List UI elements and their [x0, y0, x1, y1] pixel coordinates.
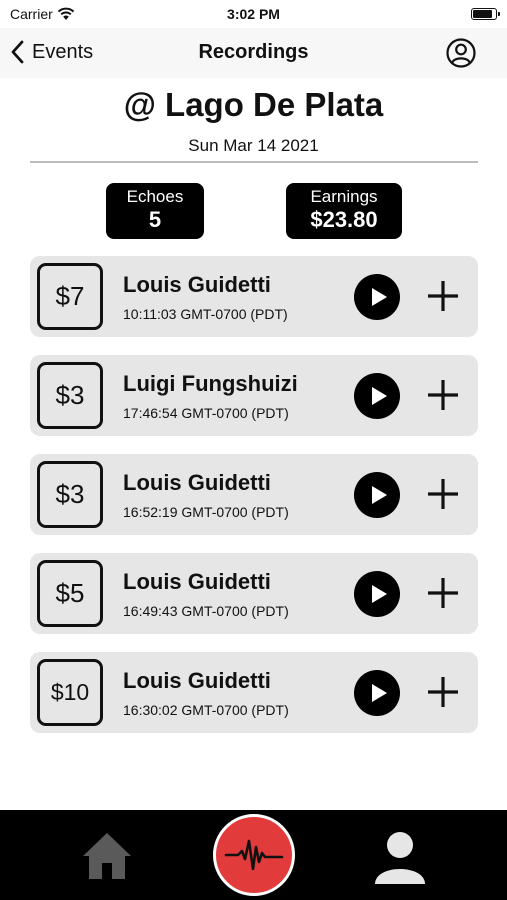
- record-button[interactable]: [213, 814, 295, 896]
- earnings-value: $23.80: [310, 207, 378, 232]
- play-icon: [372, 387, 387, 405]
- recording-card[interactable]: $3 Louis Guidetti 16:52:19 GMT-0700 (PDT…: [30, 454, 478, 535]
- play-button[interactable]: [354, 274, 400, 320]
- status-bar: Carrier 3:02 PM: [0, 0, 507, 28]
- tip-amount: $7: [37, 263, 103, 330]
- tip-amount: $5: [37, 560, 103, 627]
- recording-card[interactable]: $3 Luigi Fungshuizi 17:46:54 GMT-0700 (P…: [30, 355, 478, 436]
- event-date: Sun Mar 14 2021: [188, 136, 319, 155]
- echoes-value: 5: [148, 207, 162, 232]
- tip-amount: $3: [37, 362, 103, 429]
- chevron-left-icon: [11, 40, 24, 64]
- recording-time: 10:11:03 GMT-0700 (PDT): [123, 306, 288, 322]
- play-button[interactable]: [354, 571, 400, 617]
- plus-icon[interactable]: [425, 674, 461, 710]
- echoes-label: Echoes: [126, 187, 184, 206]
- battery-icon: [471, 8, 500, 20]
- play-icon: [372, 684, 387, 702]
- recording-card[interactable]: $5 Louis Guidetti 16:49:43 GMT-0700 (PDT…: [30, 553, 478, 634]
- play-icon: [372, 288, 387, 306]
- venue-title: @ Lago De Plata: [123, 86, 384, 123]
- recording-time: 16:30:02 GMT-0700 (PDT): [123, 702, 289, 718]
- earnings-stat: Earnings $23.80: [286, 183, 402, 239]
- waveform-icon: [224, 839, 284, 871]
- nav-bar: Events Recordings: [0, 28, 507, 78]
- back-button[interactable]: Events: [10, 40, 93, 64]
- plus-icon[interactable]: [425, 278, 461, 314]
- tip-amount: $3: [37, 461, 103, 528]
- play-icon: [372, 486, 387, 504]
- recording-name: Louis Guidetti: [123, 668, 271, 693]
- tab-bar: [0, 810, 507, 900]
- recording-card[interactable]: $7 Louis Guidetti 10:11:03 GMT-0700 (PDT…: [30, 256, 478, 337]
- plus-icon[interactable]: [425, 476, 461, 512]
- play-button[interactable]: [354, 472, 400, 518]
- status-time: 3:02 PM: [227, 6, 280, 22]
- recording-name: Louis Guidetti: [123, 569, 271, 594]
- recording-time: 17:46:54 GMT-0700 (PDT): [123, 405, 289, 421]
- recording-time: 16:49:43 GMT-0700 (PDT): [123, 603, 289, 619]
- earnings-label: Earnings: [310, 187, 378, 206]
- plus-icon[interactable]: [425, 377, 461, 413]
- play-icon: [372, 585, 387, 603]
- recordings-list: $7 Louis Guidetti 10:11:03 GMT-0700 (PDT…: [30, 256, 478, 751]
- recording-time: 16:52:19 GMT-0700 (PDT): [123, 504, 289, 520]
- divider: [30, 161, 478, 163]
- recording-name: Louis Guidetti: [123, 470, 271, 495]
- recording-name: Luigi Fungshuizi: [123, 371, 298, 396]
- home-icon[interactable]: [80, 830, 134, 882]
- echoes-stat: Echoes 5: [106, 183, 204, 239]
- play-button[interactable]: [354, 373, 400, 419]
- tip-amount: $10: [37, 659, 103, 726]
- back-label: Events: [32, 40, 94, 63]
- play-button[interactable]: [354, 670, 400, 716]
- plus-icon[interactable]: [425, 575, 461, 611]
- user-circle-icon[interactable]: [445, 37, 477, 69]
- user-icon[interactable]: [372, 828, 428, 886]
- recording-card[interactable]: $10 Louis Guidetti 16:30:02 GMT-0700 (PD…: [30, 652, 478, 733]
- recording-name: Louis Guidetti: [123, 272, 271, 297]
